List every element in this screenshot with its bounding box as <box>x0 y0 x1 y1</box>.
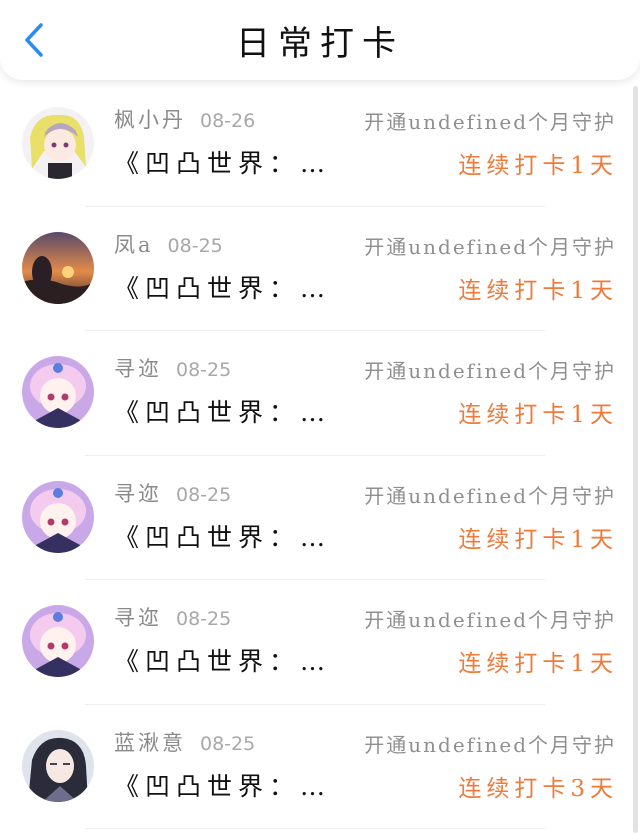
user-name-with-date: 蓝湫意 08-25 <box>114 727 255 757</box>
scrollbar[interactable] <box>633 86 638 833</box>
streak-count: 连续打卡1天 <box>458 277 618 304</box>
anime-avatar-icon <box>22 480 94 553</box>
divider <box>85 828 545 829</box>
avatar[interactable] <box>22 231 94 304</box>
streak-count: 连续打卡1天 <box>458 651 618 677</box>
book-title: 《凹凸世界：… <box>114 647 332 676</box>
avatar[interactable] <box>22 605 94 677</box>
sunset-avatar-icon <box>22 231 94 304</box>
user-name: 寻迩 <box>114 357 162 381</box>
user-name-with-date: 凤a 08-25 <box>114 229 223 259</box>
guard-status: 开通undefined个月守护 <box>364 359 616 383</box>
guard-status: 开通undefined个月守护 <box>364 483 616 508</box>
user-name-with-date: 寻迩 08-25 <box>114 478 231 508</box>
book-title: 《凹凸世界：… <box>114 522 332 552</box>
streak-count: 连续打卡1天 <box>458 153 618 179</box>
guard-status: 开通undefined个月守护 <box>364 234 616 259</box>
user-name: 寻迩 <box>114 606 162 630</box>
top-bar: 日常打卡 <box>0 0 640 80</box>
book-title: 《凹凸世界：… <box>114 771 332 801</box>
streak-count: 连续打卡1天 <box>458 402 618 428</box>
anime-avatar-icon <box>22 107 94 179</box>
streak-count: 连续打卡3天 <box>458 775 618 802</box>
guard-status: 开通undefined个月守护 <box>364 110 616 134</box>
streak-count: 连续打卡1天 <box>458 526 618 553</box>
checkin-date: 08-25 <box>167 234 223 257</box>
checkin-date: 08-25 <box>200 732 256 755</box>
anime-avatar-icon <box>22 729 94 802</box>
book-title: 《凹凸世界：… <box>114 398 332 427</box>
checkin-list[interactable]: 枫小丹 08-26 开通undefined个月守护 《凹凸世界：… 连续打卡1天 <box>0 82 640 833</box>
anime-avatar-icon <box>22 356 94 428</box>
checkin-item[interactable]: 蓝湫意 08-25 开通undefined个月守护 《凹凸世界：… 连续打卡3天 <box>0 705 640 829</box>
user-name: 枫小丹 <box>114 108 186 132</box>
checkin-date: 08-25 <box>176 359 232 381</box>
user-name-with-date: 枫小丹 08-26 <box>114 104 255 134</box>
anime-avatar-icon <box>22 605 94 677</box>
user-name-with-date: 寻迩 08-25 <box>114 602 231 632</box>
checkin-item[interactable]: 寻迩 08-25 开通undefined个月守护 《凹凸世界：… 连续打卡1天 <box>0 456 640 580</box>
user-name: 凤a <box>114 232 154 257</box>
checkin-item[interactable]: 寻迩 08-25 开通undefined个月守护 《凹凸世界：… 连续打卡1天 <box>0 580 640 705</box>
checkin-item[interactable]: 凤a 08-25 开通undefined个月守护 《凹凸世界：… 连续打卡1天 <box>0 207 640 331</box>
avatar[interactable] <box>22 729 94 802</box>
avatar[interactable] <box>22 480 94 553</box>
book-title: 《凹凸世界：… <box>114 273 332 303</box>
user-name-with-date: 寻迩 08-25 <box>114 353 231 383</box>
checkin-date: 08-26 <box>200 110 256 132</box>
avatar[interactable] <box>22 107 94 179</box>
book-title: 《凹凸世界：… <box>114 149 332 178</box>
user-name: 寻迩 <box>114 481 162 506</box>
guard-status: 开通undefined个月守护 <box>364 608 616 632</box>
guard-status: 开通undefined个月守护 <box>364 732 616 757</box>
page-title: 日常打卡 <box>236 23 404 64</box>
user-name: 蓝湫意 <box>114 730 186 755</box>
checkin-item[interactable]: 寻迩 08-25 开通undefined个月守护 《凹凸世界：… 连续打卡1天 <box>0 331 640 456</box>
checkin-date: 08-25 <box>176 483 232 506</box>
checkin-item[interactable]: 枫小丹 08-26 开通undefined个月守护 《凹凸世界：… 连续打卡1天 <box>0 82 640 207</box>
checkin-date: 08-25 <box>176 608 232 630</box>
avatar[interactable] <box>22 356 94 428</box>
